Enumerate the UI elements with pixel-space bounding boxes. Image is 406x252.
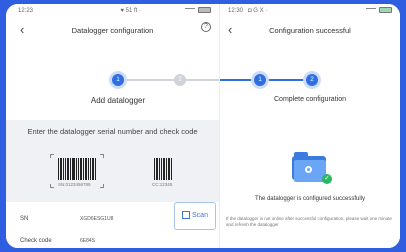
- step-2-inactive: 2: [174, 74, 186, 86]
- page-title: Configuration successful: [269, 26, 351, 35]
- check-icon: ✓: [322, 174, 332, 184]
- header: ‹ Datalogger configuration ?: [6, 20, 219, 40]
- configuration-successful-screen: 12:30 ◘ G X · ‹ Configuration successful…: [220, 4, 400, 248]
- success-message: The datalogger is configured successfull…: [254, 196, 366, 202]
- page-title: Datalogger configuration: [71, 26, 154, 35]
- scan-label: Scan: [192, 212, 208, 219]
- status-extra: ♥ 51 ft ·: [120, 8, 141, 14]
- progress-steps: 1 2: [220, 74, 400, 86]
- status-time: 12:30: [228, 8, 244, 14]
- serial-entry-card: Enter the datalogger serial number and c…: [6, 120, 219, 202]
- status-time: 12:23: [18, 8, 34, 14]
- sn-label: SN: [20, 216, 29, 222]
- step-connector-right: [184, 79, 219, 81]
- step-1-active: 1: [112, 74, 124, 86]
- header: ‹ Configuration successful: [220, 20, 400, 40]
- step-1-done: 1: [254, 74, 266, 86]
- status-extra: ◘ G X ·: [248, 8, 268, 14]
- scan-corner: [50, 184, 54, 188]
- scan-corner: [100, 154, 104, 158]
- scan-corner: [100, 184, 104, 188]
- check-code-label: Check code: [20, 238, 52, 244]
- status-bar: 12:23 ♥ 51 ft ·: [6, 4, 219, 18]
- signal-icon: [185, 7, 195, 13]
- battery-icon: [379, 7, 392, 13]
- scan-corner: [50, 154, 54, 158]
- battery-icon: [198, 7, 211, 13]
- instruction-text: Enter the datalogger serial number and c…: [27, 127, 198, 136]
- datalogger-configuration-screen: 12:23 ♥ 51 ft · ‹ Datalogger configurati…: [6, 4, 220, 248]
- gear-icon: [305, 166, 312, 173]
- serial-barcode: [58, 158, 97, 180]
- scan-icon: [182, 211, 191, 220]
- checkcode-barcode: [154, 158, 173, 180]
- step-connector-left: [220, 79, 254, 81]
- hint-text: If the datalogger is not online after su…: [226, 216, 392, 227]
- sn-row: SN XGD6ESG1U8 Scan: [6, 202, 219, 230]
- step-connector: [266, 79, 306, 81]
- signal-icon: [366, 7, 376, 13]
- step-label: Complete configuration: [274, 96, 346, 103]
- app-screenshot-frame: 12:23 ♥ 51 ft · ‹ Datalogger configurati…: [6, 4, 400, 248]
- step-connector: [124, 79, 176, 81]
- check-code-field[interactable]: 6E84S: [80, 238, 95, 244]
- status-bar: 12:30 ◘ G X ·: [220, 4, 400, 18]
- scan-button[interactable]: Scan: [174, 202, 216, 230]
- configured-folder-icon: ✓: [292, 152, 332, 184]
- step-2-done: 2: [306, 74, 318, 86]
- sn-field[interactable]: XGD6ESG1U8: [80, 216, 113, 222]
- help-icon[interactable]: ?: [201, 22, 211, 32]
- step-label: Add datalogger: [90, 96, 146, 105]
- checkcode-barcode-caption: CC:12345: [152, 182, 173, 187]
- check-code-row: Check code 6E84S: [6, 230, 219, 248]
- serial-barcode-caption: SN:0123456789: [58, 182, 91, 187]
- progress-steps: 1 2: [6, 74, 219, 86]
